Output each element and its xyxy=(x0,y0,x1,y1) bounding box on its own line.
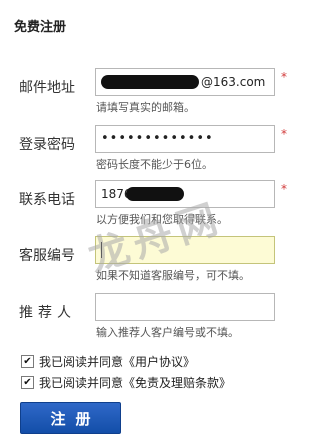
register-button[interactable]: 注册 xyxy=(20,402,121,434)
password-label: 登录密码 xyxy=(19,137,75,153)
password-field-value: ••••••••••••• xyxy=(101,131,214,146)
checkmark-icon: ✔ xyxy=(23,377,32,388)
password-field[interactable]: ••••••••••••• xyxy=(95,125,275,153)
service-id-field[interactable] xyxy=(95,236,275,264)
referrer-hint: 输入推荐人客户编号或不填。 xyxy=(96,326,239,339)
phone-redaction xyxy=(126,187,184,201)
email-field-value: @163.com xyxy=(201,75,266,89)
checkmark-icon: ✔ xyxy=(23,356,32,367)
email-hint: 请填写真实的邮箱。 xyxy=(96,101,195,114)
form-title: 免费注册 xyxy=(14,20,67,35)
service-id-hint: 如果不知道客服编号，可不填。 xyxy=(96,269,250,282)
phone-field[interactable]: 1876 xyxy=(95,180,275,208)
referrer-field[interactable] xyxy=(95,293,275,321)
email-required-mark: * xyxy=(281,70,287,84)
text-caret xyxy=(101,242,102,258)
referrer-label: 推荐人 xyxy=(19,305,76,321)
email-redaction xyxy=(101,75,199,89)
email-label: 邮件地址 xyxy=(19,80,75,96)
user-agreement-text: 我已阅读并同意《用户协议》 xyxy=(39,355,196,369)
service-id-label: 客服编号 xyxy=(19,248,75,264)
password-required-mark: * xyxy=(281,127,287,141)
user-agreement-row: ✔ 我已阅读并同意《用户协议》 xyxy=(21,353,195,370)
password-hint: 密码长度不能少于6位。 xyxy=(96,158,213,171)
phone-required-mark: * xyxy=(281,182,287,196)
email-field[interactable]: @163.com xyxy=(95,68,275,96)
phone-label: 联系电话 xyxy=(19,192,75,208)
user-agreement-checkbox[interactable]: ✔ xyxy=(21,355,34,368)
disclaimer-agreement-checkbox[interactable]: ✔ xyxy=(21,376,34,389)
phone-hint: 以方便我们和您取得联系。 xyxy=(96,213,228,226)
disclaimer-agreement-row: ✔ 我已阅读并同意《免责及理赔条款》 xyxy=(21,374,231,391)
disclaimer-agreement-text: 我已阅读并同意《免责及理赔条款》 xyxy=(39,376,232,390)
